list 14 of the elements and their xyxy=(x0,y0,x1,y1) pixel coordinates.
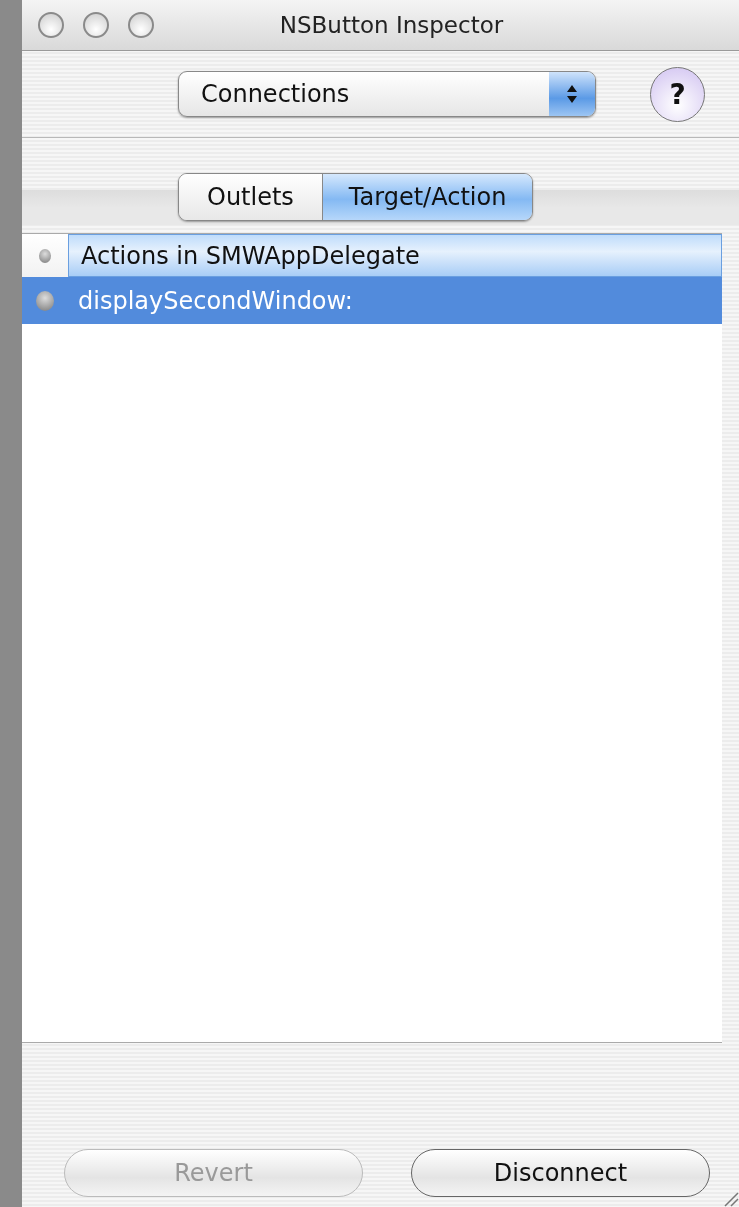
up-down-arrows-icon[interactable] xyxy=(549,72,595,116)
close-icon[interactable] xyxy=(38,12,64,38)
column-header[interactable]: Actions in SMWAppDelegate xyxy=(68,234,722,277)
push-button[interactable]: Disconnect xyxy=(411,1149,710,1197)
help-button[interactable]: ? xyxy=(650,66,705,122)
dot-icon xyxy=(36,290,54,311)
inspector-popup[interactable]: Connections xyxy=(178,71,596,117)
tab[interactable]: Target/Action xyxy=(321,174,533,220)
tab[interactable]: Outlets xyxy=(179,174,322,220)
zoom-icon[interactable] xyxy=(128,12,154,38)
action-name: displaySecondWindow: xyxy=(77,286,353,315)
dot-icon xyxy=(39,248,51,263)
window-title: NSButton Inspector xyxy=(278,12,505,38)
minimize-icon[interactable] xyxy=(83,12,109,38)
